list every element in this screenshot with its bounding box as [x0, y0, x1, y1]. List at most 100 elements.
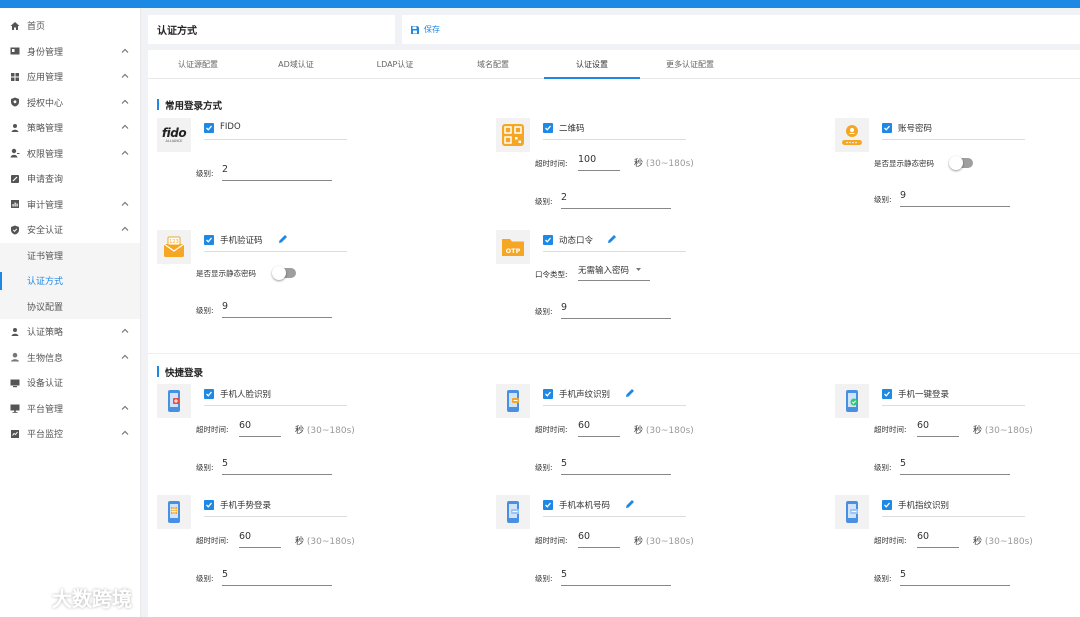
enable-checkbox[interactable] — [882, 500, 892, 510]
level-input-underline — [900, 585, 1010, 586]
timeout-value[interactable]: 60 — [239, 420, 251, 431]
tab-auth-settings[interactable]: 认证设置 — [544, 50, 640, 79]
chevron-up-icon[interactable] — [120, 97, 130, 107]
page-title: 认证方式 — [157, 26, 197, 37]
tab-ldap[interactable]: LDAP认证 — [347, 50, 443, 79]
sidebar-item-apps[interactable]: 应用管理 — [0, 64, 140, 90]
timeout-hint: 秒 (30~180s) — [295, 537, 355, 547]
enable-checkbox[interactable] — [204, 500, 214, 510]
enable-checkbox[interactable] — [543, 500, 553, 510]
qrcode-icon — [496, 118, 530, 152]
sidebar-item-auth-methods[interactable]: 认证方式 — [0, 268, 140, 294]
level-value[interactable]: 9 — [222, 301, 228, 312]
enable-checkbox[interactable] — [543, 123, 553, 133]
sidebar-submenu-security: 证书管理 认证方式 协议配置 — [0, 242, 140, 320]
method-name: 二维码 — [559, 124, 585, 134]
chevron-up-icon[interactable] — [120, 326, 130, 336]
chevron-up-icon[interactable] — [120, 71, 130, 81]
level-value[interactable]: 5 — [222, 458, 228, 469]
sidebar-item-device-auth[interactable]: 设备认证 — [0, 370, 140, 396]
enable-checkbox[interactable] — [882, 123, 892, 133]
divider — [204, 251, 347, 252]
chevron-up-icon[interactable] — [120, 46, 130, 56]
sidebar-item-policy[interactable]: 策略管理 — [0, 115, 140, 141]
level-label: 级别: — [535, 307, 553, 316]
chevron-up-icon[interactable] — [120, 352, 130, 362]
tab-auth-source[interactable]: 认证源配置 — [150, 50, 246, 79]
sidebar-item-audit[interactable]: 审计管理 — [0, 192, 140, 218]
edit-icon[interactable] — [606, 233, 618, 245]
sidebar-item-permission[interactable]: 权限管理 — [0, 141, 140, 167]
level-input-underline — [561, 474, 671, 475]
sms-envelope-icon: 123 — [157, 230, 191, 264]
level-label: 级别: — [196, 169, 214, 178]
method-name: FIDO — [220, 122, 241, 132]
enable-checkbox[interactable] — [204, 235, 214, 245]
chevron-up-icon[interactable] — [120, 403, 130, 413]
timeout-value[interactable]: 100 — [578, 154, 596, 165]
enable-checkbox[interactable] — [204, 389, 214, 399]
chevron-up-icon[interactable] — [120, 122, 130, 132]
enable-checkbox[interactable] — [543, 235, 553, 245]
timeout-value[interactable]: 60 — [578, 531, 590, 542]
sidebar-item-platform[interactable]: 平台管理 — [0, 396, 140, 422]
sidebar-item-identity[interactable]: 身份管理 — [0, 39, 140, 65]
timeout-value[interactable]: 60 — [239, 531, 251, 542]
chevron-up-icon[interactable] — [120, 428, 130, 438]
level-input-underline — [222, 474, 332, 475]
tab-more-config[interactable]: 更多认证配置 — [642, 50, 738, 79]
divider — [543, 251, 686, 252]
level-field: 级别: — [196, 168, 214, 179]
timeout-value[interactable]: 60 — [578, 420, 590, 431]
tab-ad[interactable]: AD域认证 — [248, 50, 344, 79]
tab-bar: 认证源配置 AD域认证 LDAP认证 域名配置 认证设置 更多认证配置 — [148, 50, 1080, 79]
show-static-pwd-toggle[interactable] — [949, 156, 973, 170]
edit-icon[interactable] — [277, 233, 289, 245]
sidebar-item-request[interactable]: 申请查询 — [0, 166, 140, 192]
sidebar-item-authorization[interactable]: 授权中心 — [0, 90, 140, 116]
level-value[interactable]: 2 — [222, 164, 228, 175]
timeout-value[interactable]: 60 — [917, 531, 929, 542]
level-label: 级别: — [874, 463, 892, 472]
level-value[interactable]: 5 — [222, 569, 228, 580]
sidebar-item-home[interactable]: 首页 — [0, 13, 140, 39]
timeout-value[interactable]: 60 — [917, 420, 929, 431]
sidebar-item-protocol[interactable]: 协议配置 — [0, 294, 140, 320]
sidebar-item-security[interactable]: 安全认证 — [0, 217, 140, 243]
token-type-select[interactable]: 无需输入密码 — [578, 264, 642, 276]
auth-card-fido: fido ALLIANCE FIDO 级别: 2 — [157, 118, 457, 228]
level-label: 级别: — [196, 306, 214, 315]
timeout-input-underline — [578, 547, 620, 548]
save-button[interactable]: 保存 — [410, 24, 440, 35]
level-label: 级别: — [874, 195, 892, 204]
edit-icon[interactable] — [624, 387, 636, 399]
sidebar-item-auth-strategy[interactable]: 认证策略 — [0, 319, 140, 345]
method-name: 手机人脸识别 — [220, 390, 272, 400]
level-value[interactable]: 9 — [900, 190, 906, 201]
sidebar-item-certificates[interactable]: 证书管理 — [0, 243, 140, 269]
level-value[interactable]: 9 — [561, 302, 567, 313]
home-icon — [9, 20, 21, 32]
strategy-icon — [9, 326, 21, 338]
level-value[interactable]: 5 — [561, 569, 567, 580]
level-value[interactable]: 5 — [900, 458, 906, 469]
chevron-up-icon[interactable] — [120, 199, 130, 209]
level-value[interactable]: 2 — [561, 192, 567, 203]
level-label: 级别: — [196, 463, 214, 472]
timeout-input-underline — [239, 547, 281, 548]
chevron-up-icon[interactable] — [120, 224, 130, 234]
level-value[interactable]: 5 — [900, 569, 906, 580]
sidebar-item-biometrics[interactable]: 生物信息 — [0, 345, 140, 371]
enable-checkbox[interactable] — [204, 123, 214, 133]
level-label: 级别: — [535, 197, 553, 206]
chevron-up-icon[interactable] — [120, 148, 130, 158]
sidebar-item-monitor[interactable]: 平台监控 — [0, 421, 140, 447]
show-static-pwd-toggle[interactable] — [272, 266, 296, 280]
edit-icon[interactable] — [624, 498, 636, 510]
section-divider — [148, 353, 1080, 354]
level-value[interactable]: 5 — [561, 458, 567, 469]
enable-checkbox[interactable] — [543, 389, 553, 399]
enable-checkbox[interactable] — [882, 389, 892, 399]
tab-domain[interactable]: 域名配置 — [445, 50, 541, 79]
bio-icon — [9, 351, 21, 363]
